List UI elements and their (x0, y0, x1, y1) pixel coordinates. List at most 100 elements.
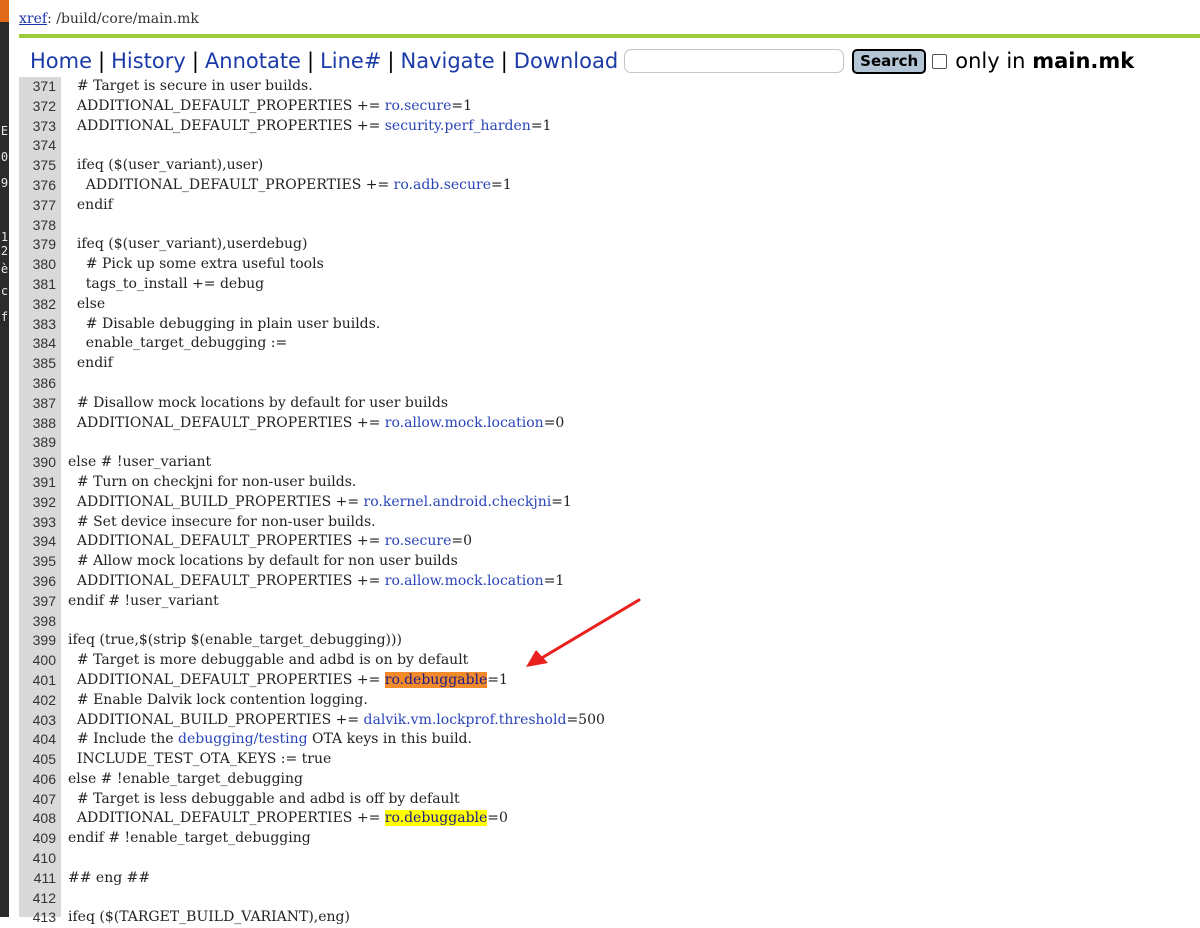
background-window-accent (0, 0, 9, 22)
xref-link[interactable]: xref (19, 11, 47, 27)
nav-home-link[interactable]: Home (30, 49, 92, 73)
line-number-link[interactable]: 400 (19, 651, 56, 671)
line-number-link[interactable]: 395 (19, 552, 56, 572)
source-code-view: 371 # Target is secure in user builds. 37… (19, 77, 1200, 925)
nav-separator: | (306, 49, 315, 73)
symbol-link[interactable]: ro.allow.mock.location (385, 415, 544, 431)
nav-history-link[interactable]: History (111, 49, 186, 73)
code-text: enable_target_debugging := (68, 334, 287, 354)
code-token: # Allow mock locations by default for no… (68, 553, 458, 570)
symbol-link[interactable]: debugging/testing (178, 731, 308, 747)
line-number-link[interactable]: 377 (19, 196, 56, 216)
code-line: 380 # Pick up some extra useful tools (19, 255, 1200, 275)
line-number-link[interactable]: 401 (19, 671, 56, 691)
code-text: # Target is more debuggable and adbd is … (68, 651, 468, 671)
code-text: tags_to_install += debug (68, 275, 264, 295)
symbol-link[interactable]: security.perf_harden (385, 118, 531, 134)
code-text: ADDITIONAL_DEFAULT_PROPERTIES += ro.allo… (68, 572, 564, 592)
line-number-link[interactable]: 407 (19, 790, 56, 810)
code-text: # Target is secure in user builds. (68, 77, 313, 97)
code-text: ADDITIONAL_DEFAULT_PROPERTIES += ro.secu… (68, 97, 472, 117)
line-number-link[interactable]: 387 (19, 394, 56, 414)
line-number-link[interactable]: 404 (19, 730, 56, 750)
code-line: 382 else (19, 295, 1200, 315)
line-number-link[interactable]: 380 (19, 255, 56, 275)
line-number-link[interactable]: 398 (19, 612, 56, 632)
line-number-link[interactable]: 388 (19, 414, 56, 434)
code-token: =1 (543, 572, 565, 589)
line-number-link[interactable]: 386 (19, 374, 56, 394)
code-token: endif # !user_variant (68, 592, 219, 609)
symbol-link[interactable]: ro.kernel.android.checkjni (364, 494, 552, 510)
line-number-link[interactable]: 392 (19, 493, 56, 513)
code-line: 378 (19, 216, 1200, 236)
nav-download-link[interactable]: Download (514, 49, 618, 73)
search-button[interactable]: Search (852, 48, 927, 74)
line-number-link[interactable]: 378 (19, 216, 56, 236)
line-number-link[interactable]: 373 (19, 117, 56, 137)
line-number-link[interactable]: 375 (19, 156, 56, 176)
code-line: 386 (19, 374, 1200, 394)
nav-navigate-link[interactable]: Navigate (401, 49, 495, 73)
line-number-link[interactable]: 406 (19, 770, 56, 790)
line-number-link[interactable]: 403 (19, 711, 56, 731)
line-number-link[interactable]: 379 (19, 235, 56, 255)
line-number-link[interactable]: 381 (19, 275, 56, 295)
code-token: # Target is less debuggable and adbd is … (68, 790, 460, 807)
line-number-link[interactable]: 411 (19, 869, 56, 889)
line-number-link[interactable]: 396 (19, 572, 56, 592)
code-token: =1 (451, 97, 473, 114)
code-line: 384 enable_target_debugging := (19, 334, 1200, 354)
line-number-link[interactable]: 383 (19, 315, 56, 335)
code-text: endif # !user_variant (68, 592, 219, 612)
line-number-link[interactable]: 385 (19, 354, 56, 374)
line-number-link[interactable]: 393 (19, 513, 56, 533)
code-text: ADDITIONAL_DEFAULT_PROPERTIES += ro.adb.… (68, 176, 512, 196)
code-text: # Disallow mock locations by default for… (68, 394, 448, 414)
line-number-link[interactable]: 410 (19, 849, 56, 869)
code-token: ADDITIONAL_DEFAULT_PROPERTIES += (68, 176, 394, 193)
line-number-link[interactable]: 413 (19, 908, 56, 928)
line-number-link[interactable]: 409 (19, 829, 56, 849)
code-token: =1 (551, 493, 572, 510)
code-text: endif # !enable_target_debugging (68, 829, 311, 849)
code-token: =1 (487, 671, 508, 688)
symbol-link[interactable]: ro.secure (385, 533, 452, 549)
code-line: 377 endif (19, 196, 1200, 216)
code-token: # Turn on checkjni for non-user builds. (68, 473, 357, 490)
line-number-link[interactable]: 408 (19, 809, 56, 829)
line-number-link[interactable]: 412 (19, 889, 56, 909)
line-number-link[interactable]: 394 (19, 532, 56, 552)
line-number-link[interactable]: 405 (19, 750, 56, 770)
symbol-link[interactable]: ro.allow.mock.location (385, 573, 544, 589)
line-number-link[interactable]: 372 (19, 97, 56, 117)
symbol-link[interactable]: dalvik.vm.lockprof.threshold (364, 712, 567, 728)
highlighted-symbol[interactable]: ro.debuggable (384, 810, 488, 827)
line-number-link[interactable]: 399 (19, 631, 56, 651)
symbol-link[interactable]: ro.secure (385, 98, 452, 114)
background-text-fragment: 2 (0, 244, 9, 258)
code-token: enable_target_debugging := (68, 335, 288, 352)
line-number-link[interactable]: 376 (19, 176, 56, 196)
nav-annotate-link[interactable]: Annotate (205, 49, 301, 73)
line-number-link[interactable]: 371 (19, 77, 56, 97)
line-number-link[interactable]: 389 (19, 433, 56, 453)
line-number-link[interactable]: 384 (19, 334, 56, 354)
only-in-checkbox[interactable] (932, 53, 948, 69)
symbol-link[interactable]: ro.adb.secure (394, 177, 491, 193)
line-number-link[interactable]: 374 (19, 136, 56, 156)
line-number-link[interactable]: 390 (19, 453, 56, 473)
line-number-link[interactable]: 397 (19, 592, 56, 612)
line-number-link[interactable]: 402 (19, 691, 56, 711)
nav-line-numbers-link[interactable]: Line# (320, 49, 381, 73)
line-number-link[interactable]: 382 (19, 295, 56, 315)
code-text: ifeq ($(user_variant),userdebug) (68, 235, 308, 255)
code-text: ADDITIONAL_DEFAULT_PROPERTIES += ro.secu… (68, 532, 472, 552)
code-line: 383 # Disable debugging in plain user bu… (19, 315, 1200, 335)
line-number-link[interactable]: 391 (19, 473, 56, 493)
highlighted-symbol-current[interactable]: ro.debuggable (384, 671, 488, 688)
code-token: ADDITIONAL_DEFAULT_PROPERTIES += (68, 671, 385, 688)
code-line: 401 ADDITIONAL_DEFAULT_PROPERTIES += ro.… (19, 671, 1200, 691)
code-token: ifeq (true,$(strip $(enable_target_debug… (68, 632, 402, 649)
search-input[interactable] (624, 49, 845, 73)
